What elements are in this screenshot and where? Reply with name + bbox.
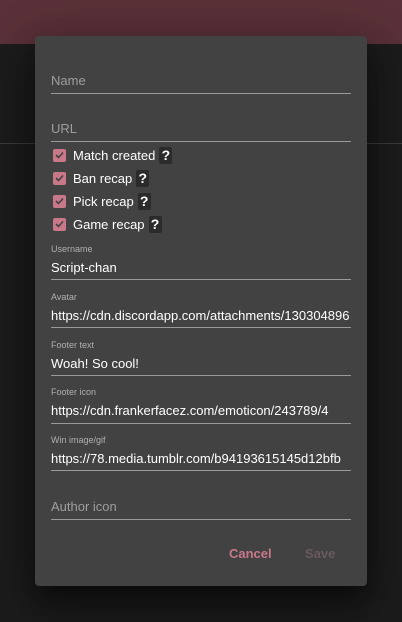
checkbox-match-created[interactable]: Match created ?	[53, 146, 173, 164]
url-placeholder: URL	[51, 121, 78, 136]
checkbox-ban-recap[interactable]: Ban recap ?	[53, 169, 150, 187]
author-icon-placeholder: Author icon	[51, 499, 117, 514]
avatar-value: https://cdn.discordapp.com/attachments/1…	[51, 308, 350, 323]
checkbox-label: Pick recap	[73, 193, 134, 209]
username-field[interactable]: Username Script-chan	[51, 242, 351, 280]
checkbox-game-recap[interactable]: Game recap ?	[53, 215, 162, 233]
checkbox-checked-icon[interactable]	[53, 171, 66, 185]
footer-icon-field[interactable]: Footer icon https://cdn.frankerfacez.com…	[51, 386, 351, 424]
username-value: Script-chan	[51, 260, 117, 275]
help-icon[interactable]: ?	[148, 215, 162, 233]
win-image-value: https://78.media.tumblr.com/b94193615145…	[51, 451, 341, 466]
checkbox-label: Game recap	[73, 216, 145, 232]
checkbox-checked-icon[interactable]	[53, 148, 66, 162]
help-icon[interactable]: ?	[136, 169, 150, 187]
win-image-field[interactable]: Win image/gif https://78.media.tumblr.co…	[51, 434, 351, 471]
footer-text-value: Woah! So cool!	[51, 356, 139, 371]
checkbox-label: Match created	[73, 147, 156, 163]
footer-text-label: Footer text	[51, 340, 95, 350]
avatar-label: Avatar	[51, 292, 77, 302]
avatar-field[interactable]: Avatar https://cdn.discordapp.com/attach…	[51, 290, 351, 328]
name-placeholder: Name	[51, 73, 86, 88]
cancel-button[interactable]: Cancel	[229, 546, 272, 561]
checkbox-checked-icon[interactable]	[53, 217, 66, 231]
url-field[interactable]: URL	[51, 108, 351, 142]
checkbox-label: Ban recap	[73, 170, 133, 186]
checkbox-checked-icon[interactable]	[53, 194, 66, 208]
win-image-label: Win image/gif	[51, 435, 106, 445]
name-field[interactable]: Name	[51, 60, 351, 94]
author-icon-field[interactable]: Author icon	[51, 486, 351, 520]
footer-icon-label: Footer icon	[51, 387, 97, 397]
checkbox-pick-recap[interactable]: Pick recap ?	[53, 192, 151, 210]
help-icon[interactable]: ?	[159, 146, 173, 164]
footer-text-field[interactable]: Footer text Woah! So cool!	[51, 338, 351, 376]
footer-icon-value: https://cdn.frankerfacez.com/emoticon/24…	[51, 403, 329, 418]
username-label: Username	[51, 244, 93, 254]
save-button[interactable]: Save	[305, 546, 335, 561]
help-icon[interactable]: ?	[137, 192, 151, 210]
webhook-dialog: Name URL Match created ? Ban recap ? Pic…	[35, 36, 367, 586]
